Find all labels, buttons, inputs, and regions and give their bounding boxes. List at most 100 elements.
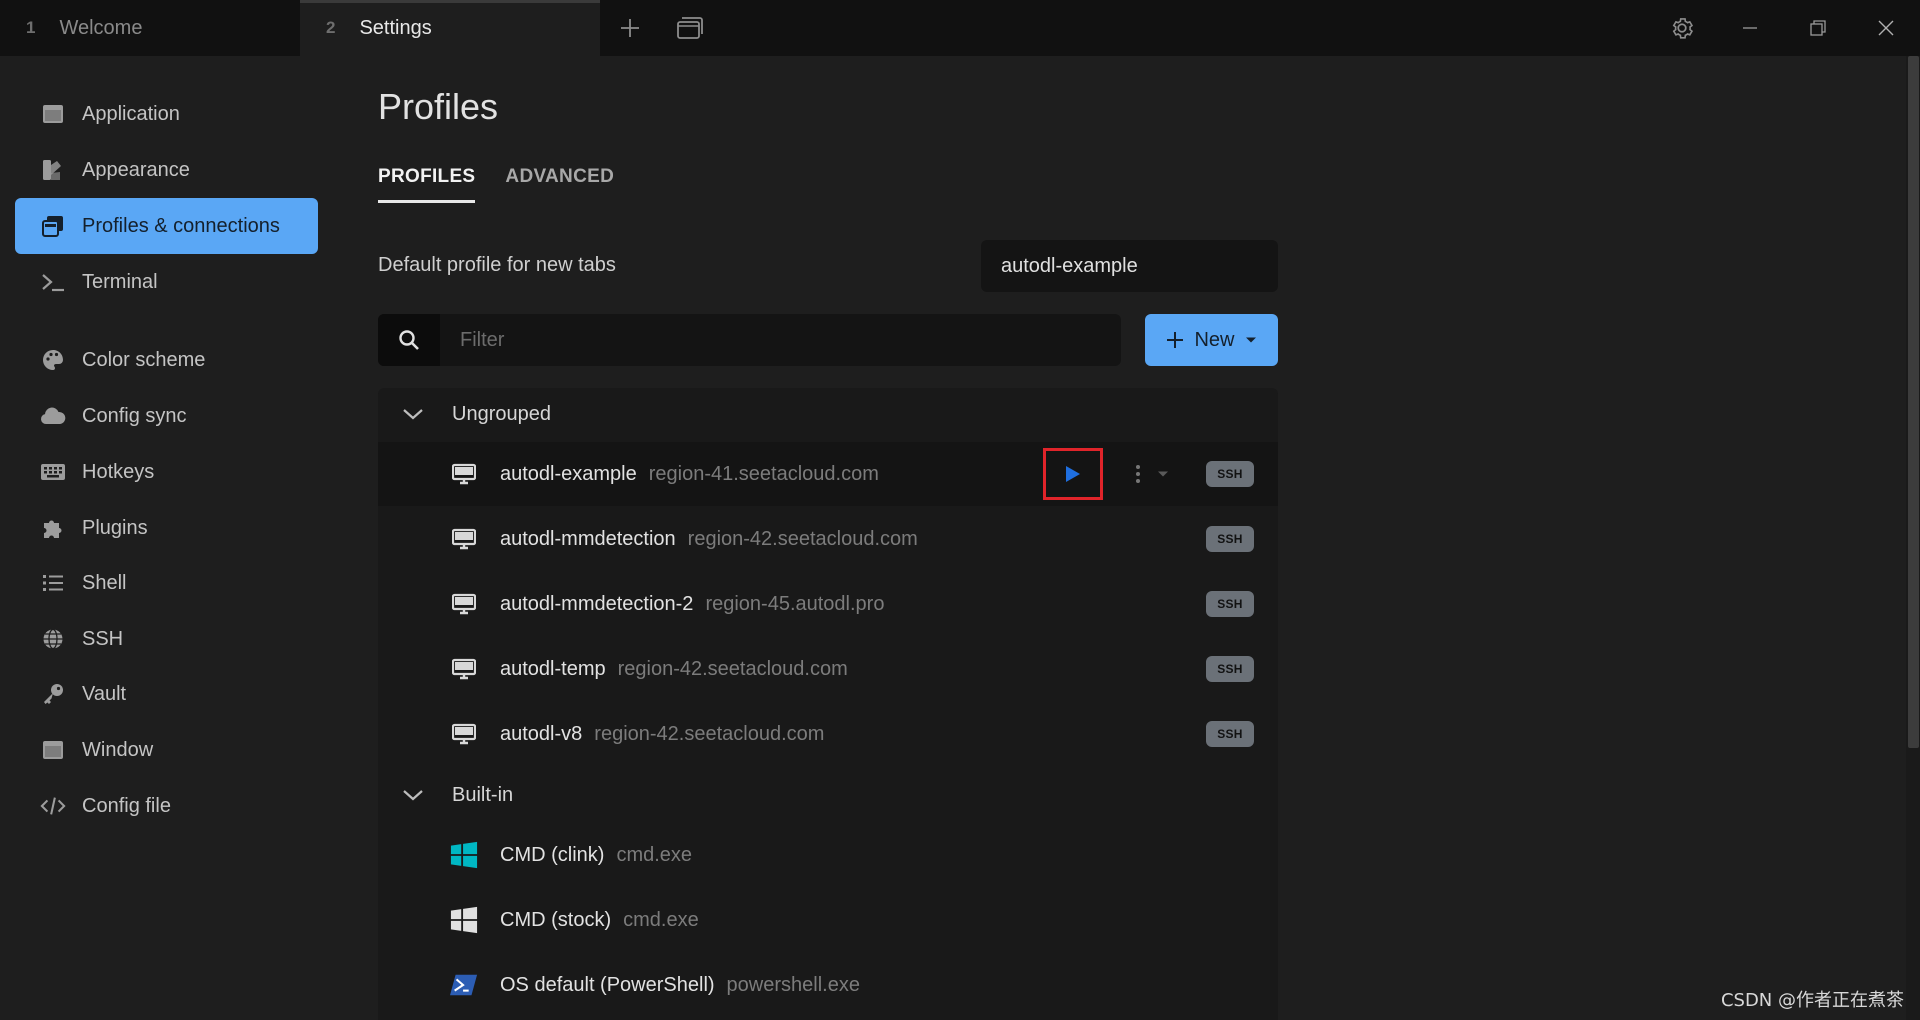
group-name: Ungrouped	[452, 402, 551, 425]
profile-row[interactable]: CMD (stock) cmd.exe	[378, 888, 1278, 952]
chevron-down-icon	[1245, 337, 1256, 343]
close-icon	[1878, 20, 1894, 36]
sidebar-item-application[interactable]: Application	[15, 86, 318, 142]
sidebar-item-vault[interactable]: Vault	[15, 666, 318, 722]
close-button[interactable]	[1852, 0, 1920, 56]
profile-row[interactable]: autodl-example region-41.seetacloud.com …	[378, 442, 1278, 506]
title-bar: 1 Welcome 2 Settings	[0, 0, 1920, 56]
sidebar-item-ssh[interactable]: SSH	[15, 611, 318, 667]
palette-icon	[40, 347, 66, 373]
sidebar-item-color-scheme[interactable]: Color scheme	[15, 332, 318, 388]
restore-button[interactable]	[1784, 0, 1852, 56]
sidebar-item-label: Config sync	[82, 404, 187, 427]
sidebar-item-label: Config file	[82, 794, 171, 817]
profile-host: powershell.exe	[726, 973, 860, 996]
filter-box	[378, 314, 1121, 366]
tab-profiles[interactable]: PROFILES	[378, 166, 476, 203]
watermark: CSDN @作者正在煮茶	[1720, 990, 1904, 1011]
sidebar-item-window[interactable]: Window	[15, 722, 318, 778]
profile-host: region-42.seetacloud.com	[617, 657, 848, 680]
tab-settings[interactable]: 2 Settings	[300, 0, 600, 56]
group-header-built-in[interactable]: Built-in	[378, 769, 1278, 821]
code-icon	[40, 793, 66, 819]
sidebar-item-hotkeys[interactable]: Hotkeys	[15, 444, 318, 500]
chevron-down-icon	[402, 407, 424, 421]
settings-button[interactable]	[1648, 0, 1716, 56]
tab-advanced[interactable]: ADVANCED	[505, 166, 614, 203]
sidebar-item-label: Shell	[82, 571, 127, 594]
restore-icon	[1810, 20, 1826, 36]
minimize-button[interactable]	[1716, 0, 1784, 56]
tab-label: Welcome	[59, 16, 143, 39]
window-icon	[677, 17, 703, 39]
default-profile-select[interactable]: autodl-example	[981, 240, 1278, 292]
globe-icon	[40, 626, 66, 652]
sidebar-item-config-sync[interactable]: Config sync	[15, 388, 318, 444]
profile-name: autodl-mmdetection	[500, 527, 676, 550]
launch-profile-button[interactable]	[1043, 448, 1103, 500]
profile-row[interactable]: autodl-v8 region-42.seetacloud.com SSH	[378, 702, 1278, 766]
tab-number: 2	[326, 18, 336, 37]
profile-row[interactable]: OS default (PowerShell) powershell.exe	[378, 953, 1278, 1017]
sidebar-item-label: Window	[82, 738, 154, 761]
ssh-badge: SSH	[1206, 656, 1254, 682]
profile-row[interactable]: autodl-mmdetection region-42.seetacloud.…	[378, 507, 1278, 571]
monitor-icon	[450, 655, 478, 683]
powershell-icon	[450, 971, 478, 999]
profiles-menu-button[interactable]	[660, 0, 720, 56]
new-tab-button[interactable]	[600, 0, 660, 56]
profile-host: region-41.seetacloud.com	[648, 462, 879, 485]
default-profile-value: autodl-example	[1001, 254, 1138, 277]
sidebar-item-profiles-connections[interactable]: Profiles & connections	[15, 198, 318, 254]
windows-logo-icon	[450, 906, 478, 934]
sidebar-item-appearance[interactable]: Appearance	[15, 142, 318, 198]
plus-icon	[1167, 332, 1184, 348]
sidebar-item-terminal[interactable]: Terminal	[15, 254, 318, 310]
sidebar-item-label: Terminal	[82, 270, 158, 293]
filter-input[interactable]	[440, 314, 1121, 366]
window-icon	[40, 737, 66, 763]
windows-logo-icon	[450, 841, 478, 869]
profile-row[interactable]: autodl-temp region-42.seetacloud.com SSH	[378, 637, 1278, 701]
profile-row[interactable]: CMD (clink) cmd.exe	[378, 823, 1278, 887]
sidebar-item-plugins[interactable]: Plugins	[15, 500, 318, 556]
chevron-down-icon	[402, 788, 424, 802]
scrollbar[interactable]	[1906, 56, 1920, 1020]
gear-icon	[1672, 18, 1694, 39]
sidebar-item-shell[interactable]: Shell	[15, 555, 318, 611]
default-profile-label: Default profile for new tabs	[378, 254, 616, 276]
group-name: Built-in	[452, 783, 514, 806]
tab-label: Settings	[359, 16, 432, 39]
sidebar-item-config-file[interactable]: Config file	[15, 778, 318, 834]
ssh-badge: SSH	[1206, 461, 1254, 487]
application-icon	[40, 101, 66, 127]
new-profile-button[interactable]: New	[1145, 314, 1278, 366]
ssh-badge: SSH	[1206, 721, 1254, 747]
sidebar-item-label: Plugins	[82, 516, 148, 539]
more-options-icon[interactable]	[1131, 462, 1145, 486]
appearance-icon	[40, 157, 66, 183]
profiles-list: Ungrouped autodl-example region-41.seeta…	[378, 388, 1278, 1020]
minimize-icon	[1743, 27, 1757, 29]
profile-name: CMD (stock)	[500, 908, 612, 931]
group-header-ungrouped[interactable]: Ungrouped	[378, 388, 1278, 440]
caret-down-icon[interactable]	[1155, 464, 1171, 484]
monitor-icon	[450, 525, 478, 553]
tab-welcome[interactable]: 1 Welcome	[0, 0, 300, 56]
default-profile-row: Default profile for new tabs autodl-exam…	[378, 240, 1278, 292]
sidebar-item-label: Appearance	[82, 158, 190, 181]
scrollbar-thumb[interactable]	[1908, 56, 1919, 748]
terminal-icon	[40, 269, 66, 295]
monitor-icon	[450, 720, 478, 748]
profile-host: cmd.exe	[616, 843, 693, 866]
profile-host: region-42.seetacloud.com	[687, 527, 918, 550]
key-icon	[40, 681, 66, 707]
keyboard-icon	[40, 459, 66, 485]
profile-host: region-42.seetacloud.com	[594, 722, 825, 745]
monitor-icon	[450, 460, 478, 488]
plus-icon	[621, 19, 639, 37]
new-button-label: New	[1194, 328, 1235, 351]
profile-name: OS default (PowerShell)	[500, 973, 715, 996]
profile-row[interactable]: autodl-mmdetection-2 region-45.autodl.pr…	[378, 572, 1278, 636]
search-icon	[378, 314, 440, 366]
